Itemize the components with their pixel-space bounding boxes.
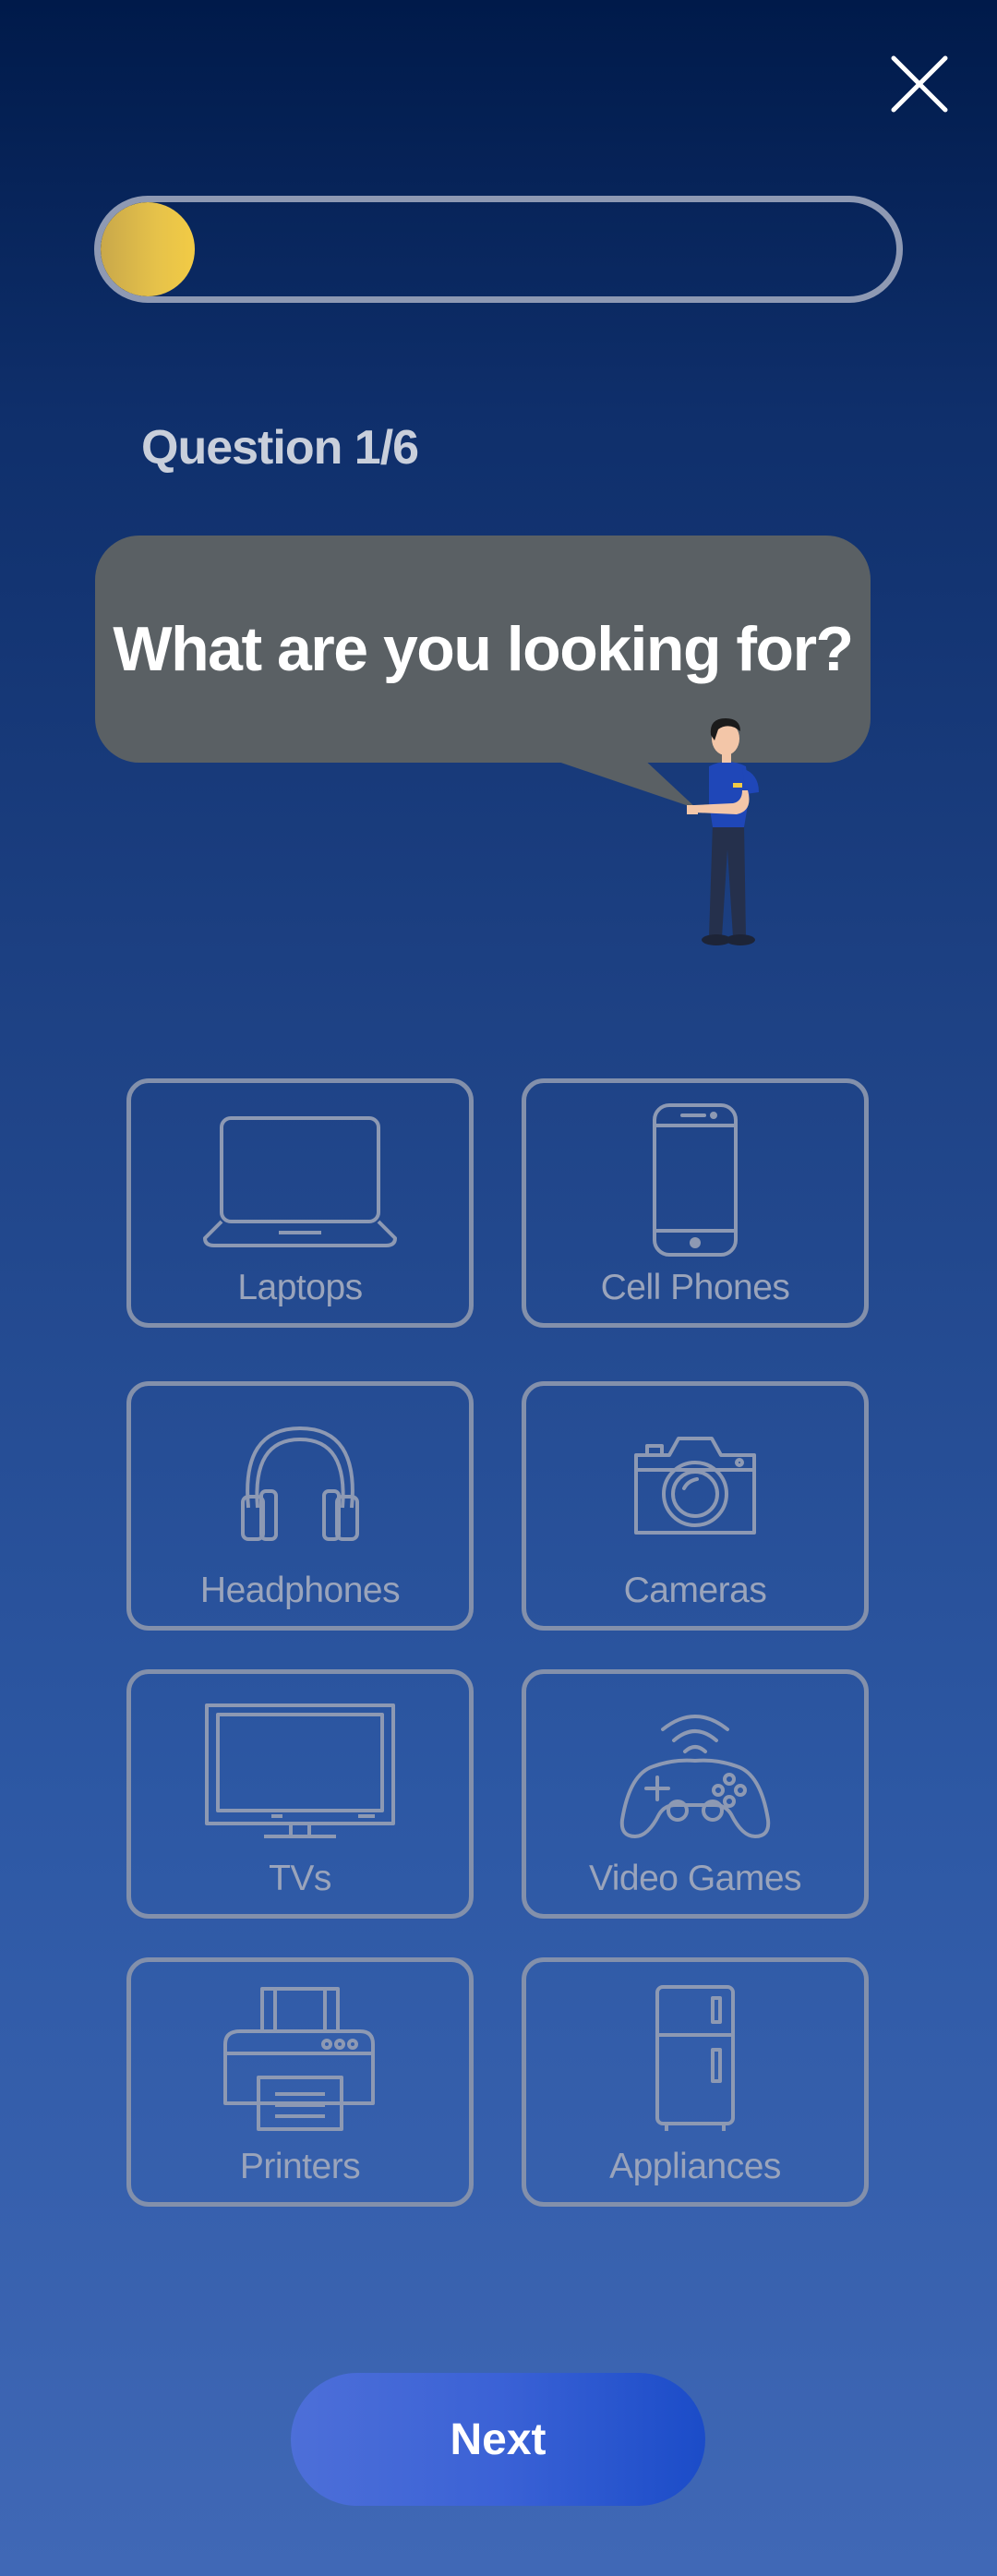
option-label: Appliances [609, 2147, 781, 2186]
option-label: Headphones [199, 1571, 401, 1610]
progress-fill [101, 202, 195, 296]
progress-bar [94, 196, 903, 303]
tv-icon [205, 1703, 395, 1838]
option-label: Laptops [237, 1268, 363, 1307]
option-headphones[interactable]: Headphones [126, 1381, 474, 1631]
speech-bubble-tail [545, 757, 697, 809]
next-button[interactable]: Next [291, 2373, 705, 2506]
fridge-icon [655, 1985, 735, 2131]
option-cell-phones[interactable]: Cell Phones [522, 1078, 869, 1328]
option-video-games[interactable]: Video Games [522, 1669, 869, 1919]
option-label: Video Games [588, 1859, 802, 1898]
printer-icon [223, 1987, 375, 2131]
option-laptops[interactable]: Laptops [126, 1078, 474, 1328]
option-label: Cell Phones [600, 1268, 790, 1307]
headphones-icon [241, 1426, 359, 1541]
camera-icon [634, 1437, 756, 1535]
close-button[interactable] [886, 51, 953, 117]
option-label: Printers [239, 2147, 361, 2186]
phone-icon [653, 1103, 738, 1257]
sales-associate-illustration [687, 718, 759, 945]
option-label: Cameras [623, 1571, 767, 1610]
question-counter: Question 1/6 [141, 421, 419, 475]
option-cameras[interactable]: Cameras [522, 1381, 869, 1631]
option-label: TVs [269, 1859, 331, 1898]
close-icon [891, 55, 948, 113]
option-tvs[interactable]: TVs [126, 1669, 474, 1919]
laptop-icon [203, 1116, 397, 1247]
option-appliances[interactable]: Appliances [522, 1957, 869, 2207]
option-printers[interactable]: Printers [126, 1957, 474, 2207]
gamepad-icon [619, 1715, 771, 1838]
